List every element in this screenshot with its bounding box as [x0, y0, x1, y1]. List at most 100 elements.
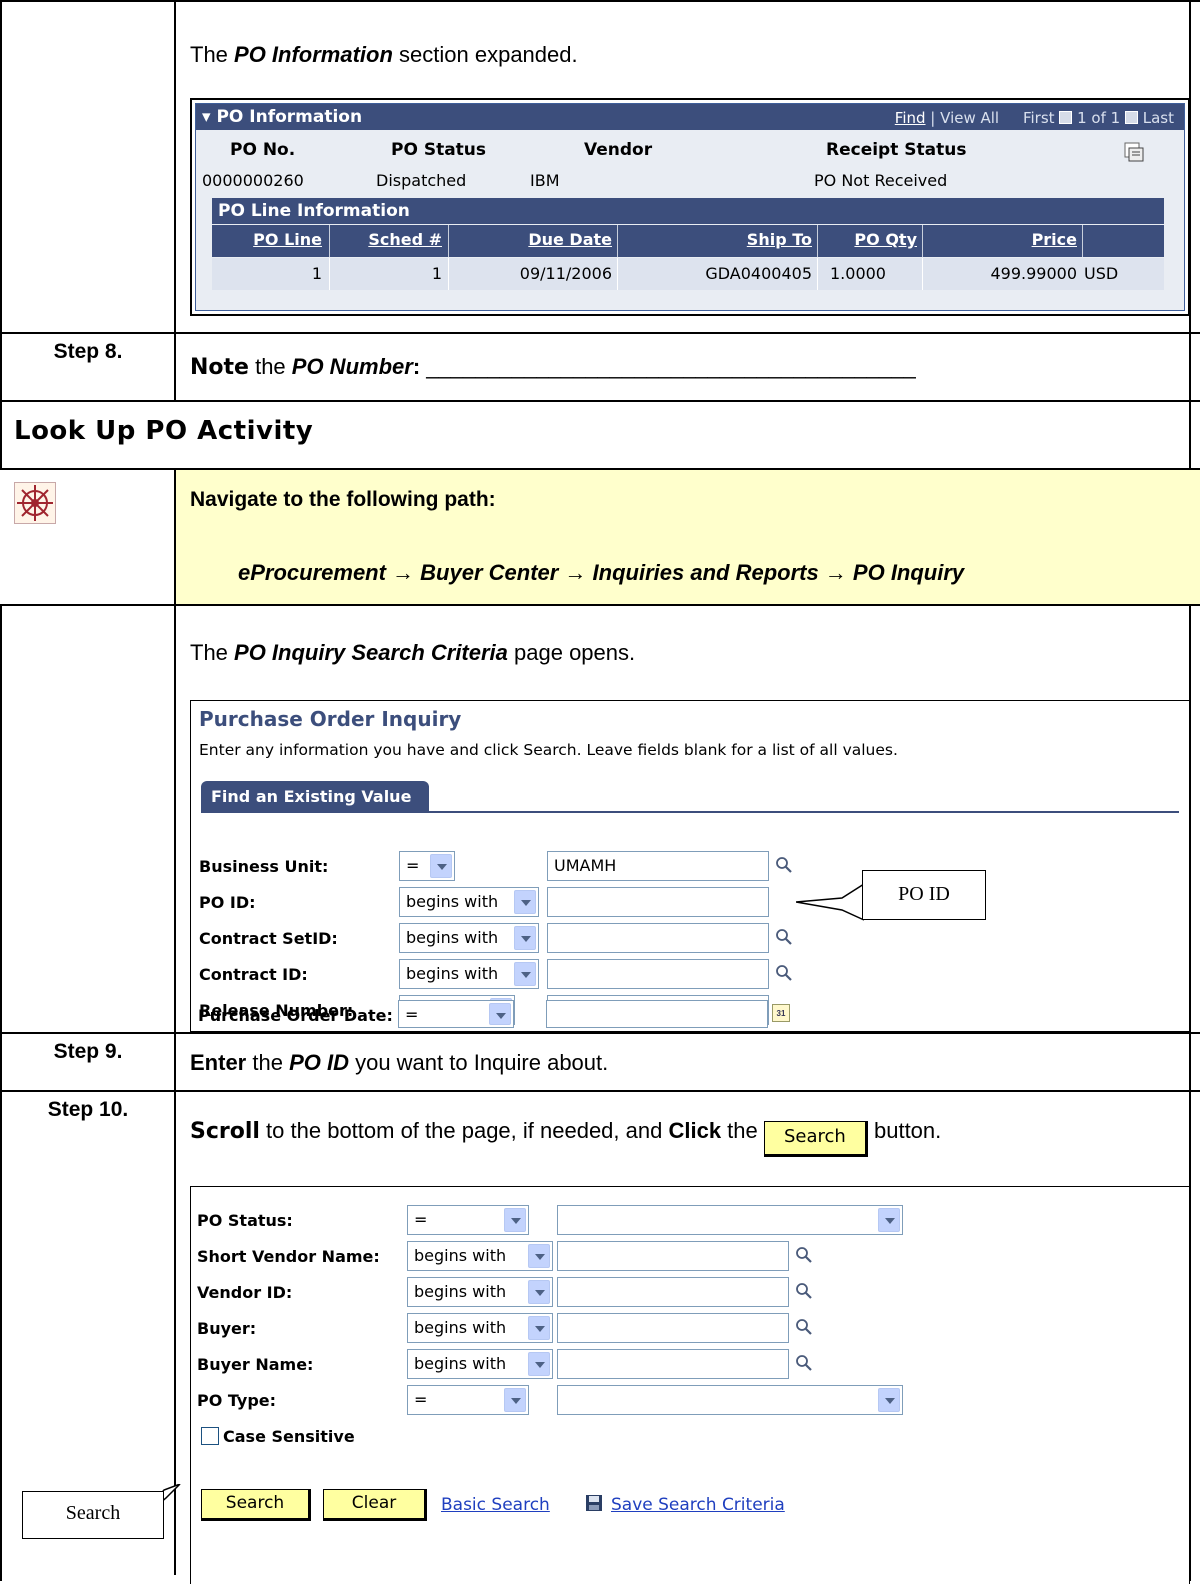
text-mid: the — [248, 354, 292, 379]
chevron-down-icon[interactable] — [528, 1244, 550, 1268]
contract-setid-operator[interactable]: begins with — [399, 923, 539, 953]
chevron-down-icon[interactable] — [504, 1208, 526, 1232]
receipt-status-header: Receipt Status — [826, 140, 967, 160]
navigate-heading: Navigate to the following path: — [190, 488, 496, 511]
find-link[interactable]: Find — [895, 109, 926, 127]
col-divider — [817, 225, 818, 257]
buyer-name-input[interactable] — [557, 1349, 789, 1379]
chevron-down-icon[interactable] — [514, 890, 536, 914]
search-icon[interactable] — [795, 1246, 813, 1264]
text-post: you want to Inquire about. — [348, 1050, 609, 1075]
chevron-down-icon[interactable] — [878, 1388, 900, 1412]
first-link[interactable]: First — [1023, 109, 1055, 127]
step-8-text: Note the PO Number: ____________________… — [190, 354, 916, 380]
po-type-value-select[interactable] — [557, 1385, 903, 1415]
vendor-id-label: Vendor ID: — [197, 1283, 293, 1302]
content-cell: Navigate to the following path: eProcure… — [176, 470, 1200, 604]
chevron-down-icon[interactable] — [878, 1208, 900, 1232]
search-icon[interactable] — [795, 1282, 813, 1300]
clear-button[interactable]: Clear — [323, 1489, 427, 1521]
col-due-date[interactable]: Due Date — [452, 230, 612, 249]
po-type-operator[interactable]: = — [407, 1385, 529, 1415]
save-search-criteria-link[interactable]: Save Search Criteria — [611, 1495, 785, 1515]
po-grid-title[interactable]: ▾ PO Information — [202, 107, 362, 127]
col-po-line[interactable]: PO Line — [218, 230, 322, 249]
po-id-input[interactable] — [547, 887, 769, 917]
last-link[interactable]: Last — [1143, 109, 1174, 127]
contract-id-operator[interactable]: begins with — [399, 959, 539, 989]
step-cell-empty — [0, 606, 176, 1032]
short-vendor-name-label: Short Vendor Name: — [197, 1247, 380, 1266]
contract-id-input[interactable] — [547, 959, 769, 989]
po-date-input[interactable] — [546, 1000, 768, 1028]
row-po-information: The PO Information section expanded. ▾ P… — [0, 0, 1200, 332]
chevron-down-icon[interactable] — [528, 1316, 550, 1340]
search-icon[interactable] — [775, 964, 793, 982]
caption-em: PO Information — [234, 42, 393, 67]
po-grid-inner: ▾ PO Information Find | View All First 1… — [195, 103, 1185, 311]
cell-po-line: 1 — [311, 264, 322, 283]
chevron-down-icon[interactable] — [430, 854, 452, 878]
save-icon[interactable] — [585, 1494, 603, 1512]
vendor-id-operator[interactable]: begins with — [407, 1277, 553, 1307]
cell-currency: USD — [1084, 264, 1119, 283]
short-vendor-name-operator[interactable]: begins with — [407, 1241, 553, 1271]
content-cell: The PO Inquiry Search Criteria page open… — [176, 606, 1200, 1032]
step-cell: Step 8. — [0, 334, 176, 400]
icon-cell — [0, 470, 176, 604]
search-icon[interactable] — [775, 928, 793, 946]
po-type-label: PO Type: — [197, 1391, 277, 1410]
search-icon[interactable] — [795, 1354, 813, 1372]
buyer-name-operator[interactable]: begins with — [407, 1349, 553, 1379]
buyer-name-label: Buyer Name: — [197, 1355, 314, 1374]
colon: : — [412, 354, 421, 379]
po-id-callout-box: PO ID — [862, 870, 986, 920]
search-icon[interactable] — [775, 856, 793, 874]
chevron-down-icon[interactable] — [528, 1280, 550, 1304]
row-step-9: Step 9. Enter the PO ID you want to Inqu… — [0, 1032, 1200, 1090]
search-button-image[interactable]: Search — [763, 1121, 868, 1157]
vendor-header: Vendor — [584, 140, 653, 160]
chevron-down-icon[interactable] — [514, 962, 536, 986]
col-sched[interactable]: Sched # — [332, 230, 442, 249]
buyer-operator[interactable]: begins with — [407, 1313, 553, 1343]
col-divider — [1082, 225, 1083, 257]
vendor-id-input[interactable] — [557, 1277, 789, 1307]
navigation-path: eProcurement → Buyer Center → Inquiries … — [238, 560, 965, 585]
contract-setid-label: Contract SetID: — [199, 929, 338, 948]
col-ship-to[interactable]: Ship To — [622, 230, 812, 249]
tab-find-existing-value[interactable]: Find an Existing Value — [201, 781, 429, 813]
chevron-down-icon[interactable] — [504, 1388, 526, 1412]
business-unit-operator[interactable]: = — [399, 851, 455, 881]
basic-search-link[interactable]: Basic Search — [441, 1495, 550, 1515]
buyer-input[interactable] — [557, 1313, 789, 1343]
chevron-down-icon[interactable] — [489, 1003, 511, 1025]
prev-arrow-icon[interactable] — [1059, 111, 1073, 124]
col-divider — [617, 225, 618, 257]
col-po-qty[interactable]: PO Qty — [822, 230, 917, 249]
search-icon[interactable] — [795, 1318, 813, 1336]
po-status-operator[interactable]: = — [407, 1205, 529, 1235]
po-status-value-select[interactable] — [557, 1205, 903, 1235]
po-id-operator[interactable]: begins with — [399, 887, 539, 917]
chevron-down-icon[interactable] — [514, 926, 536, 950]
po-date-operator[interactable]: = — [398, 1000, 514, 1028]
search-button[interactable]: Search — [201, 1489, 311, 1521]
case-sensitive-checkbox[interactable] — [201, 1427, 219, 1445]
content-cell: The PO Information section expanded. ▾ P… — [176, 2, 1200, 332]
short-vendor-name-input[interactable] — [557, 1241, 789, 1271]
col-price[interactable]: Price — [927, 230, 1077, 249]
text-1: to the bottom of the page, if needed, an… — [259, 1118, 669, 1143]
receipt-status-value: PO Not Received — [814, 171, 948, 190]
contract-setid-input[interactable] — [547, 923, 769, 953]
content-cell: Scroll to the bottom of the page, if nee… — [136, 1092, 1200, 1584]
view-all-link[interactable]: View All — [940, 109, 999, 127]
caption-post: section expanded. — [392, 42, 578, 67]
detail-view-icon[interactable] — [1124, 142, 1144, 162]
business-unit-input[interactable]: UMAMH — [547, 851, 769, 881]
calendar-icon[interactable]: 31 — [772, 1004, 790, 1022]
next-arrow-icon[interactable] — [1124, 111, 1138, 124]
po-line-column-headers: PO Line Sched # Due Date Ship To PO Qty … — [212, 225, 1164, 257]
chevron-down-icon[interactable] — [528, 1352, 550, 1376]
po-date-label: Purchase Order Date: — [198, 1006, 393, 1025]
